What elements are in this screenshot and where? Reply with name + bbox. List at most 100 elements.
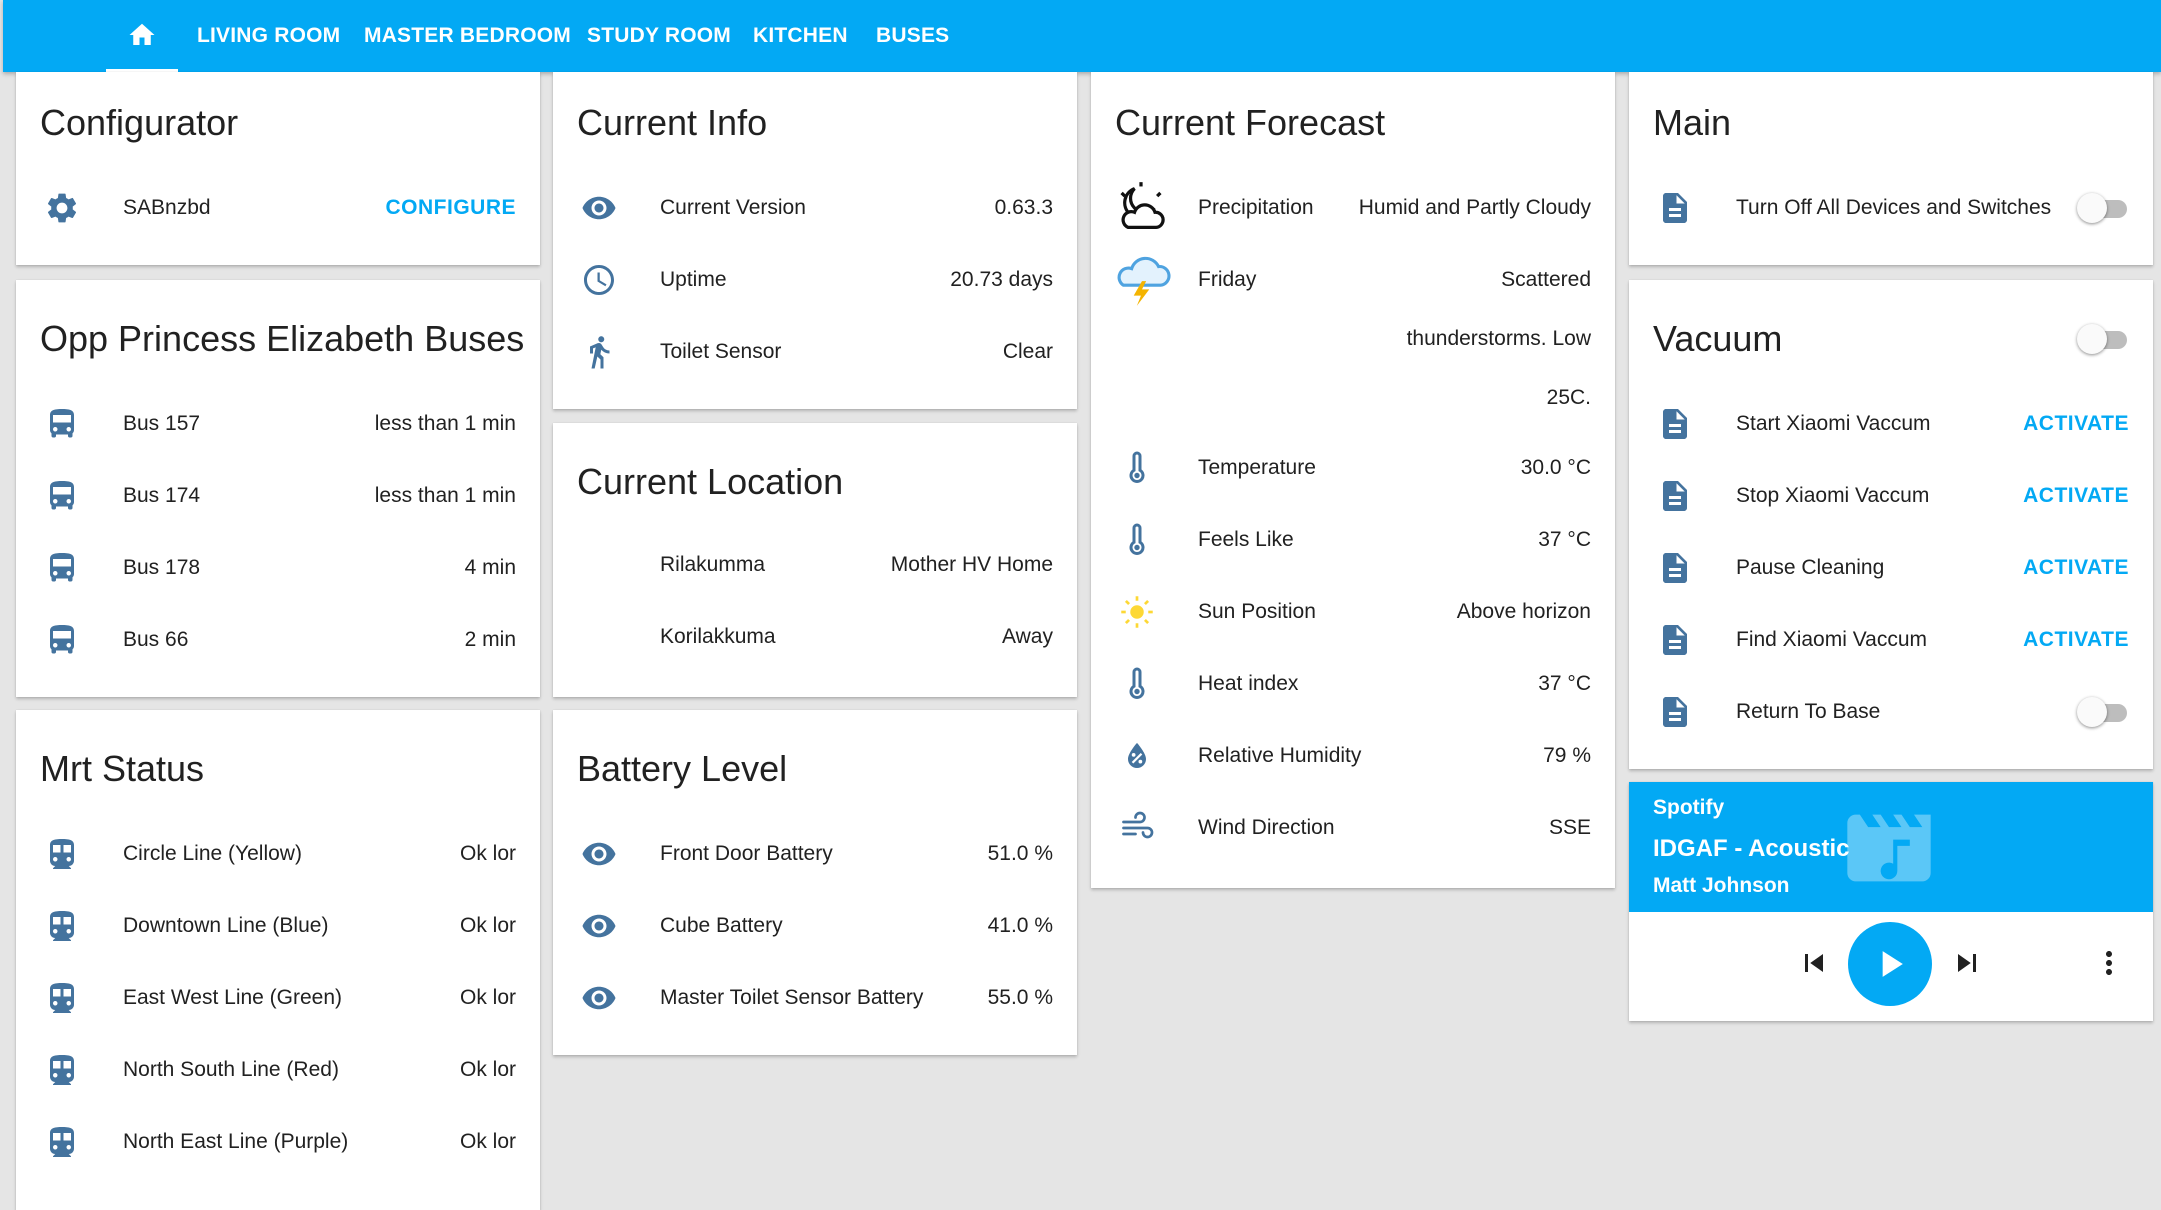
vacuum-script-label: Stop Xiaomi Vaccum (1736, 484, 1930, 507)
vacuum-script-row[interactable]: Pause Cleaning ACTIVATE (1629, 532, 2153, 604)
bus-icon (50, 409, 74, 438)
battery-label: Front Door Battery (660, 842, 833, 865)
forecast-row[interactable]: Sun Position Above horizon (1091, 576, 1615, 648)
mrt-row[interactable]: East West Line (Green) Ok lor (16, 962, 540, 1034)
forecast-row[interactable]: Feels Like 37 °C (1091, 504, 1615, 576)
bus-row[interactable]: Bus 178 4 min (16, 532, 540, 604)
forecast-label: Wind Direction (1198, 816, 1335, 839)
friday-forecast-line: thunderstorms. Low (1406, 327, 1591, 350)
battery-row[interactable]: Master Toilet Sensor Battery 55.0 % (553, 962, 1077, 1034)
activate-button[interactable]: ACTIVATE (2023, 532, 2129, 604)
bus-row[interactable]: Bus 66 2 min (16, 604, 540, 676)
movie-music-icon (1847, 814, 1931, 882)
forecast-row[interactable]: Temperature 30.0 °C (1091, 432, 1615, 504)
location-row[interactable]: Korilakkuma Away (553, 601, 1077, 673)
friday-label: Friday (1198, 268, 1257, 291)
bus-eta: less than 1 min (374, 484, 516, 507)
vacuum-script-row[interactable]: Start Xiaomi Vaccum ACTIVATE (1629, 388, 2153, 460)
bus-row[interactable]: Bus 174 less than 1 min (16, 460, 540, 532)
vacuum-group-toggle[interactable] (2077, 320, 2129, 356)
forecast-label: Feels Like (1198, 528, 1294, 551)
mrt-line-status: Ok lor (459, 986, 516, 1009)
info-label: Current Version (660, 196, 806, 219)
person-location: Mother HV Home (890, 553, 1053, 576)
tab-living-room[interactable]: LIVING ROOM (197, 0, 340, 72)
more-vertical-icon[interactable] (2091, 945, 2127, 981)
thunderstorm-icon (1117, 256, 1171, 306)
info-row[interactable]: Uptime 20.73 days (553, 244, 1077, 316)
activate-button[interactable]: ACTIVATE (2023, 388, 2129, 460)
battery-value: 55.0 % (987, 986, 1053, 1009)
forecast-value: 37 °C (1538, 672, 1591, 695)
skip-previous-icon[interactable] (1796, 945, 1832, 981)
card-title: Vacuum (1653, 318, 1783, 359)
battery-label: Cube Battery (660, 914, 783, 937)
forecast-row[interactable]: Wind Direction SSE (1091, 792, 1615, 864)
forecast-value: 30.0 °C (1520, 456, 1591, 479)
configure-button[interactable]: CONFIGURE (386, 172, 517, 244)
toggle-knob (2077, 324, 2107, 354)
info-row[interactable]: Toilet Sensor Clear (553, 316, 1077, 388)
tab-home[interactable] (106, 0, 178, 72)
friday-forecast-text: Scattered thunderstorms. Low 25C. (1407, 244, 1591, 427)
forecast-row[interactable]: Heat index 37 °C (1091, 648, 1615, 720)
vacuum-script-row[interactable]: Find Xiaomi Vaccum ACTIVATE (1629, 604, 2153, 676)
mrt-row[interactable]: Circle Line (Yellow) Ok lor (16, 818, 540, 890)
mrt-row[interactable]: North South Line (Red) Ok lor (16, 1034, 540, 1106)
bus-label: Bus 174 (123, 484, 201, 507)
vacuum-script-label: Pause Cleaning (1736, 556, 1885, 579)
skip-next-icon[interactable] (1949, 945, 1985, 981)
bus-row[interactable]: Bus 157 less than 1 min (16, 388, 540, 460)
file-document-icon (1663, 409, 1687, 439)
return-to-base-row[interactable]: Return To Base (1629, 676, 2153, 748)
precipitation-label: Precipitation (1198, 196, 1314, 219)
friday-forecast-row[interactable]: Friday Scattered thunderstorms. Low 25C. (1091, 244, 1615, 424)
tab-master-bedroom[interactable]: MASTER BEDROOM (364, 0, 571, 72)
battery-row[interactable]: Cube Battery 41.0 % (553, 890, 1077, 962)
mrt-row[interactable]: Downtown Line (Blue) Ok lor (16, 890, 540, 962)
return-to-base-toggle[interactable] (2077, 693, 2129, 729)
activate-button[interactable]: ACTIVATE (2023, 604, 2129, 676)
main-script-label: Turn Off All Devices and Switches (1736, 196, 2052, 219)
main-script-row[interactable]: Turn Off All Devices and Switches (1629, 172, 2153, 244)
battery-row[interactable]: Front Door Battery 51.0 % (553, 818, 1077, 890)
turn-off-all-toggle[interactable] (2077, 189, 2129, 225)
tab-kitchen[interactable]: KITCHEN (753, 0, 848, 72)
friday-forecast-line: Scattered (1501, 268, 1591, 291)
bus-label: Bus 157 (123, 412, 201, 435)
tab-study-room[interactable]: STUDY ROOM (587, 0, 731, 72)
card-title: Main (1653, 102, 1732, 143)
info-label: Uptime (660, 268, 727, 291)
configurator-row[interactable]: SABnzbd CONFIGURE (16, 172, 540, 244)
subway-icon (50, 1127, 74, 1157)
bus-icon (50, 625, 74, 654)
person-name: Rilakumma (660, 553, 766, 576)
current-location-card: Current Location Rilakumma Mother HV Hom… (553, 423, 1077, 697)
mrt-line-label: North South Line (Red) (123, 1058, 339, 1081)
media-artist: Matt Johnson (1653, 874, 1790, 897)
activate-button[interactable]: ACTIVATE (2023, 460, 2129, 532)
walking-person-icon (590, 336, 610, 369)
info-value: 0.63.3 (994, 196, 1053, 219)
mrt-line-status: Ok lor (459, 1058, 516, 1081)
file-document-icon (1663, 193, 1687, 223)
info-row[interactable]: Current Version 0.63.3 (553, 172, 1077, 244)
precipitation-row[interactable]: Precipitation Humid and Partly Cloudy (1091, 172, 1615, 244)
eye-icon (582, 196, 616, 220)
card-title: Mrt Status (40, 748, 205, 789)
info-value: Clear (1002, 340, 1053, 363)
vacuum-script-row[interactable]: Stop Xiaomi Vaccum ACTIVATE (1629, 460, 2153, 532)
forecast-row[interactable]: Relative Humidity 79 % (1091, 720, 1615, 792)
eye-icon (582, 986, 616, 1010)
subway-icon (50, 911, 74, 941)
tab-buses[interactable]: BUSES (876, 0, 949, 72)
person-location: Away (1002, 625, 1053, 648)
mrt-row[interactable]: North East Line (Purple) Ok lor (16, 1106, 540, 1178)
forecast-label: Heat index (1198, 672, 1299, 695)
mrt-status-card: Mrt Status Circle Line (Yellow) Ok lor D… (16, 710, 540, 1210)
location-row[interactable]: Rilakumma Mother HV Home (553, 529, 1077, 601)
file-document-icon (1663, 625, 1687, 655)
thermometer-icon (1129, 667, 1145, 699)
play-button[interactable] (1848, 922, 1932, 1006)
file-document-icon (1663, 481, 1687, 511)
